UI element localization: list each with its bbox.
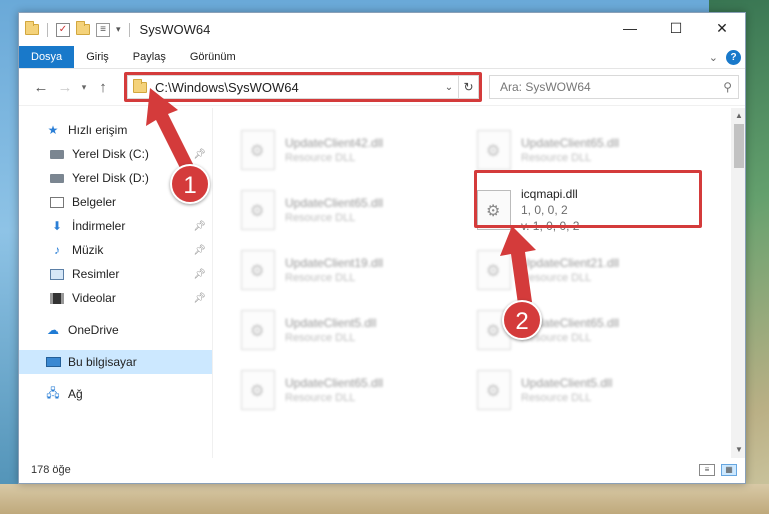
- recent-locations-icon[interactable]: ▾: [77, 82, 91, 93]
- expand-ribbon-icon[interactable]: ⌄: [709, 51, 718, 64]
- desktop-wallpaper-sand: [0, 484, 769, 514]
- sidebar-item-videos[interactable]: Videolar 📌︎: [19, 286, 212, 310]
- file-highlight-box: [474, 170, 702, 228]
- back-button[interactable]: ←: [29, 79, 53, 96]
- close-button[interactable]: ✕: [699, 13, 745, 46]
- cloud-icon: ☁: [47, 323, 59, 337]
- toolbar-divider: [128, 22, 130, 37]
- sidebar-item-music[interactable]: ♪ Müzik 📌︎: [19, 238, 212, 262]
- scroll-up-icon[interactable]: ▲: [731, 108, 745, 124]
- tiles-view-icon[interactable]: ▦: [721, 464, 737, 476]
- list-item[interactable]: UpdateClient21.dllResource DLL: [477, 244, 697, 296]
- help-icon[interactable]: ?: [726, 49, 741, 65]
- details-view-icon[interactable]: ≡: [699, 464, 715, 476]
- sidebar-item-network[interactable]: 🖧︎ Ağ: [19, 382, 212, 406]
- sidebar-item-label: Resimler: [72, 267, 120, 281]
- sidebar-item-label: Ağ: [68, 387, 83, 401]
- sidebar-item-pictures[interactable]: Resimler 📌︎: [19, 262, 212, 286]
- dll-file-icon: [241, 370, 275, 410]
- computer-icon: [45, 355, 61, 369]
- pin-icon[interactable]: 📌︎: [193, 293, 206, 304]
- window-controls: — ☐ ✕: [607, 13, 745, 46]
- document-icon: [49, 195, 65, 209]
- dll-file-icon: [241, 250, 275, 290]
- vertical-scrollbar[interactable]: ▲ ▼: [731, 108, 745, 458]
- network-icon: 🖧︎: [46, 385, 60, 400]
- drive-icon: [49, 147, 65, 161]
- sidebar-item-label: Hızlı erişim: [68, 123, 128, 137]
- dll-file-icon: [241, 190, 275, 230]
- navigation-pane: ★ Hızlı erişim Yerel Disk (C:) 📌︎ Yerel …: [19, 108, 213, 458]
- status-bar: 178 öğe ≡ ▦: [19, 457, 745, 483]
- list-item[interactable]: UpdateClient65.dllResource DLL: [241, 364, 461, 416]
- pin-icon[interactable]: 📌︎: [193, 149, 206, 160]
- minimize-button[interactable]: —: [607, 13, 653, 46]
- sidebar-item-label: Yerel Disk (C:): [72, 147, 149, 161]
- music-icon: ♪: [54, 243, 60, 257]
- sidebar-item-label: Videolar: [72, 291, 116, 305]
- sidebar-item-quick-access[interactable]: ★ Hızlı erişim: [19, 118, 212, 142]
- properties-icon[interactable]: ✓: [56, 22, 70, 37]
- toolbar-divider: [47, 22, 48, 37]
- search-icon[interactable]: ⚲: [723, 80, 732, 94]
- list-item[interactable]: UpdateClient65.dllResource DLL: [241, 184, 461, 236]
- search-placeholder: Ara: SysWOW64: [500, 80, 591, 94]
- sidebar-item-label: Belgeler: [72, 195, 117, 209]
- up-button[interactable]: ↑: [91, 79, 115, 96]
- title-bar: ✓ ≡ ▾ SysWOW64 — ☐ ✕: [19, 13, 745, 46]
- dll-file-icon: [477, 250, 511, 290]
- tab-view[interactable]: Görünüm: [178, 46, 248, 68]
- ribbon-tabs: Dosya Giriş Paylaş Görünüm ⌄ ?: [19, 46, 745, 68]
- download-icon: ⬇: [51, 219, 63, 233]
- tab-file[interactable]: Dosya: [19, 46, 75, 68]
- explorer-window: ✓ ≡ ▾ SysWOW64 — ☐ ✕ Dosya Giriş Paylaş …: [18, 12, 746, 484]
- folder-icon: [25, 21, 39, 35]
- list-item[interactable]: UpdateClient5.dllResource DLL: [477, 364, 697, 416]
- chevron-down-icon[interactable]: ▾: [116, 24, 121, 35]
- file-list: UpdateClient42.dllResource DLL UpdateCli…: [213, 108, 745, 458]
- sidebar-item-label: Yerel Disk (D:): [72, 171, 149, 185]
- sidebar-item-label: Bu bilgisayar: [68, 355, 137, 369]
- sidebar-item-label: OneDrive: [68, 323, 119, 337]
- sidebar-item-this-pc[interactable]: Bu bilgisayar: [19, 350, 212, 374]
- window-title: SysWOW64: [139, 22, 211, 37]
- dll-file-icon: [477, 370, 511, 410]
- dll-file-icon: [241, 310, 275, 350]
- video-icon: [49, 291, 65, 305]
- sidebar-item-downloads[interactable]: ⬇ İndirmeler 📌︎: [19, 214, 212, 238]
- scroll-down-icon[interactable]: ▼: [731, 442, 745, 458]
- ribbon-right: ⌄ ?: [709, 46, 745, 68]
- main-body: ★ Hızlı erişim Yerel Disk (C:) 📌︎ Yerel …: [19, 108, 745, 458]
- dll-file-icon: [477, 130, 511, 170]
- tab-home[interactable]: Giriş: [74, 46, 121, 68]
- pin-icon[interactable]: 📌︎: [193, 221, 206, 232]
- search-input[interactable]: Ara: SysWOW64 ⚲: [489, 75, 739, 99]
- star-icon: ★: [47, 123, 59, 137]
- sidebar-item-local-disk-c[interactable]: Yerel Disk (C:) 📌︎: [19, 142, 212, 166]
- drive-icon: [49, 171, 65, 185]
- pin-icon[interactable]: 📌︎: [193, 245, 206, 256]
- dll-file-icon: [241, 130, 275, 170]
- new-folder-icon[interactable]: [76, 21, 90, 35]
- pictures-icon: [49, 267, 65, 281]
- sidebar-item-label: İndirmeler: [72, 219, 126, 233]
- address-highlight-box: [124, 72, 482, 102]
- list-item[interactable]: UpdateClient19.dllResource DLL: [241, 244, 461, 296]
- view-switcher: ≡ ▦: [699, 464, 745, 476]
- step-badge-2: 2: [502, 300, 542, 340]
- sidebar-item-onedrive[interactable]: ☁ OneDrive: [19, 318, 212, 342]
- scroll-thumb[interactable]: [734, 124, 744, 168]
- maximize-button[interactable]: ☐: [653, 13, 699, 46]
- item-count: 178 öğe: [31, 464, 71, 476]
- sidebar-item-label: Müzik: [72, 243, 104, 257]
- pin-icon[interactable]: 📌︎: [193, 269, 206, 280]
- step-badge-1: 1: [170, 164, 210, 204]
- quick-access-toolbar: ✓ ≡ ▾: [25, 21, 132, 37]
- customize-icon[interactable]: ≡: [96, 22, 110, 37]
- forward-button[interactable]: →: [53, 79, 77, 96]
- list-item[interactable]: UpdateClient5.dllResource DLL: [241, 304, 461, 356]
- tab-share[interactable]: Paylaş: [121, 46, 178, 68]
- list-item[interactable]: UpdateClient42.dllResource DLL: [241, 124, 461, 176]
- list-item[interactable]: UpdateClient65.dllResource DLL: [477, 124, 697, 176]
